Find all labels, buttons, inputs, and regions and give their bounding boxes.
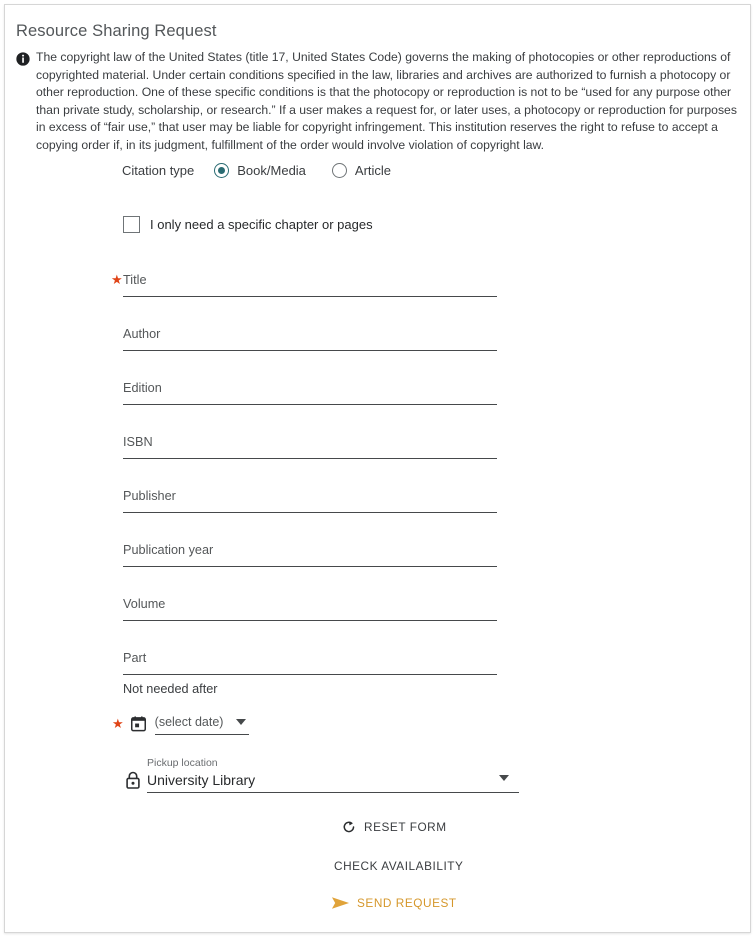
field-title[interactable]: ★ Title	[111, 270, 497, 297]
field-label-edition: Edition	[123, 381, 162, 395]
request-form-card: Resource Sharing Request The copyright l…	[4, 4, 751, 933]
send-request-label: SEND REQUEST	[357, 896, 457, 910]
check-availability-label: CHECK AVAILABILITY	[334, 859, 464, 873]
resource-sharing-request-page: Resource Sharing Request The copyright l…	[0, 0, 755, 937]
not-needed-after-label: Not needed after	[123, 682, 218, 696]
date-placeholder: (select date)	[154, 715, 224, 729]
radio-label-article: Article	[354, 163, 392, 178]
refresh-icon	[343, 821, 355, 833]
date-select[interactable]: (select date)	[154, 713, 249, 735]
copyright-notice: The copyright law of the United States (…	[16, 49, 741, 155]
pickup-location-value: University Library	[147, 772, 256, 788]
field-label-publication-year: Publication year	[123, 543, 214, 557]
field-label-volume: Volume	[123, 597, 166, 611]
radio-label-book-media: Book/Media	[237, 163, 306, 178]
specific-chapter-checkbox[interactable]	[123, 216, 140, 233]
chevron-down-icon[interactable]	[499, 775, 509, 781]
reset-form-button[interactable]: RESET FORM	[342, 820, 447, 834]
field-volume[interactable]: Volume	[123, 594, 497, 621]
field-label-publisher: Publisher	[123, 489, 176, 503]
field-author[interactable]: Author	[123, 324, 497, 351]
field-part[interactable]: Part	[123, 648, 497, 675]
radio-option-book-media[interactable]: Book/Media	[214, 163, 306, 178]
pickup-location-label: Pickup location	[147, 757, 218, 769]
citation-type-label: Citation type	[122, 163, 195, 178]
lock-icon	[126, 771, 140, 789]
field-label-title: Title	[123, 273, 147, 287]
field-isbn[interactable]: ISBN	[123, 432, 497, 459]
radio-indicator-book-media[interactable]	[214, 163, 230, 178]
not-needed-after-date-row: ★ (select date)	[112, 713, 249, 735]
radio-indicator-article[interactable]	[331, 163, 347, 178]
specific-chapter-label: I only need a specific chapter or pages	[150, 217, 373, 232]
field-label-isbn: ISBN	[123, 435, 153, 449]
field-publisher[interactable]: Publisher	[123, 486, 497, 513]
specific-chapter-checkbox-row[interactable]: I only need a specific chapter or pages	[123, 216, 373, 233]
info-icon	[16, 52, 30, 66]
calendar-icon[interactable]	[130, 716, 146, 732]
chevron-down-icon[interactable]	[235, 719, 246, 725]
field-label-author: Author	[123, 327, 161, 341]
page-title: Resource Sharing Request	[16, 22, 217, 40]
required-star-date: ★	[112, 716, 124, 731]
send-request-button[interactable]: SEND REQUEST	[331, 896, 457, 910]
reset-form-label: RESET FORM	[364, 820, 447, 834]
field-edition[interactable]: Edition	[123, 378, 497, 405]
citation-type-group: Citation type Book/Media Article	[122, 163, 417, 178]
required-star-title: ★	[111, 272, 123, 287]
field-publication-year[interactable]: Publication year	[123, 540, 497, 567]
send-icon	[331, 897, 350, 909]
radio-option-article[interactable]: Article	[331, 163, 392, 178]
field-label-part: Part	[123, 651, 147, 665]
pickup-location-select[interactable]: Pickup location University Library	[147, 757, 519, 793]
copyright-notice-text: The copyright law of the United States (…	[36, 50, 737, 152]
check-availability-button[interactable]: CHECK AVAILABILITY	[334, 859, 463, 873]
